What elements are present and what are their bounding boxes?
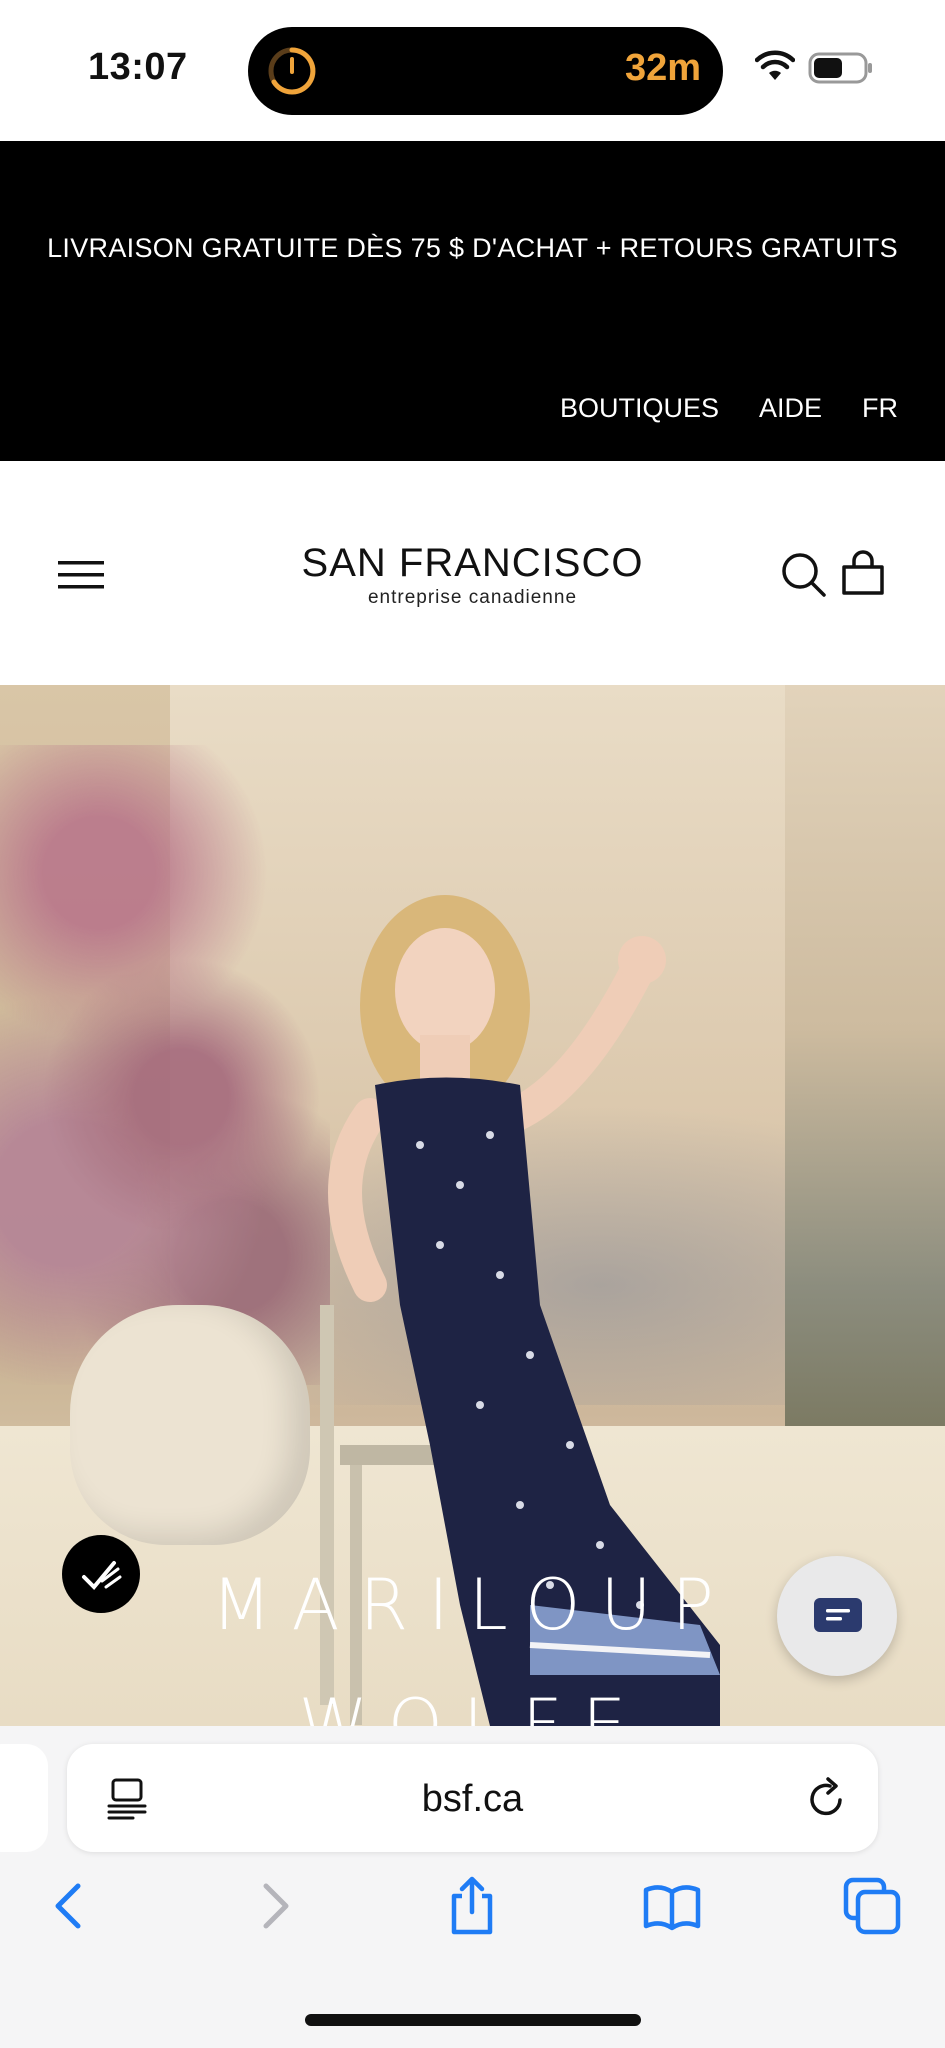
promo-banner: LIVRAISON GRATUITE DÈS 75 $ D'ACHAT + RE… (0, 141, 945, 461)
site-header: SAN FRANCISCO entreprise canadienne (0, 461, 945, 685)
backdrop-panel (785, 685, 945, 1545)
language-link[interactable]: FR (862, 393, 898, 424)
promo-text: LIVRAISON GRATUITE DÈS 75 $ D'ACHAT + RE… (47, 233, 898, 263)
browser-toolbar (0, 1876, 945, 1956)
chat-button[interactable] (777, 1556, 897, 1676)
aide-link[interactable]: AIDE (759, 393, 822, 424)
status-bar: 13:07 32m (0, 0, 945, 141)
hero-banner[interactable]: MARILOUP WOLFE (0, 685, 945, 1726)
browser-bottom-bar: bsf.ca (0, 1726, 945, 2048)
previous-tab-card[interactable] (0, 1744, 48, 1852)
timer-text: 32m (624, 47, 701, 89)
tabs-icon[interactable] (842, 1876, 902, 1936)
status-time: 13:07 (88, 46, 188, 88)
cart-icon[interactable] (840, 549, 886, 597)
address-bar[interactable]: bsf.ca (67, 1744, 878, 1852)
promo-links: BOUTIQUES AIDE FR (560, 393, 898, 424)
timer-icon (268, 47, 316, 95)
vase-image (70, 1305, 310, 1545)
accessibility-icon (82, 1561, 122, 1590)
forward-icon[interactable] (244, 1876, 304, 1936)
bookmarks-icon[interactable] (642, 1876, 702, 1936)
accessibility-button[interactable] (62, 1535, 140, 1613)
hero-title-line2: WOLFE (298, 1684, 647, 1726)
share-icon[interactable] (442, 1876, 502, 1936)
wifi-icon (755, 50, 795, 80)
url-text: bsf.ca (421, 1778, 524, 1820)
back-icon[interactable] (40, 1876, 100, 1936)
search-icon[interactable] (781, 552, 827, 598)
boutiques-link[interactable]: BOUTIQUES (560, 393, 719, 424)
chat-icon (814, 1598, 862, 1632)
reload-icon[interactable] (806, 1776, 848, 1820)
battery-icon (808, 52, 872, 84)
dynamic-island[interactable]: 32m (248, 27, 723, 115)
home-indicator[interactable] (305, 2014, 641, 2026)
